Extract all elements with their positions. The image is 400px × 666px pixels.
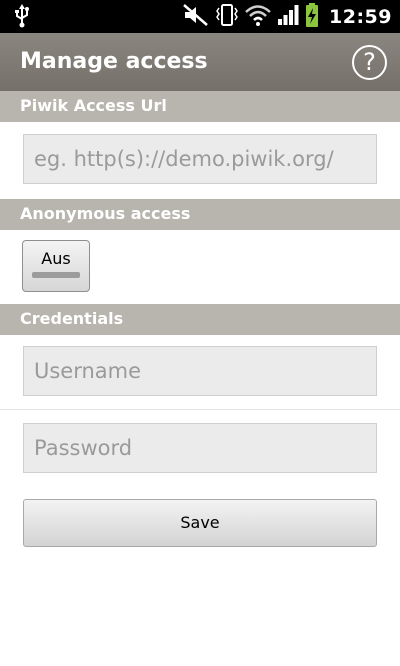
signal-icon <box>277 4 299 30</box>
toggle-label: Aus <box>41 249 71 268</box>
page-title: Manage access <box>20 49 208 74</box>
access-url-input[interactable] <box>24 135 376 183</box>
toggle-indicator <box>32 272 80 278</box>
status-bar: 12:59 <box>0 0 400 33</box>
password-field[interactable] <box>23 423 377 473</box>
section-title: Piwik Access Url <box>20 96 167 115</box>
divider <box>0 409 400 410</box>
username-field[interactable] <box>23 346 377 396</box>
clock: 12:59 <box>329 5 392 28</box>
wifi-icon <box>245 4 271 30</box>
section-title: Credentials <box>20 309 124 328</box>
action-bar: Manage access ? <box>0 33 400 91</box>
usb-icon <box>14 4 30 32</box>
password-input[interactable] <box>24 424 376 472</box>
battery-charging-icon <box>305 2 319 31</box>
section-header-credentials: Credentials <box>0 304 400 335</box>
section-header-access-url: Piwik Access Url <box>0 91 400 122</box>
mute-icon <box>183 3 209 30</box>
section-title: Anonymous access <box>20 204 191 223</box>
username-input[interactable] <box>24 347 376 395</box>
help-icon: ? <box>363 48 376 76</box>
section-header-anonymous: Anonymous access <box>0 199 400 230</box>
vibrate-icon <box>215 3 239 31</box>
anonymous-access-toggle[interactable]: Aus <box>22 240 90 292</box>
save-button[interactable]: Save <box>23 499 377 547</box>
help-button[interactable]: ? <box>352 45 387 80</box>
access-url-field[interactable] <box>23 134 377 184</box>
